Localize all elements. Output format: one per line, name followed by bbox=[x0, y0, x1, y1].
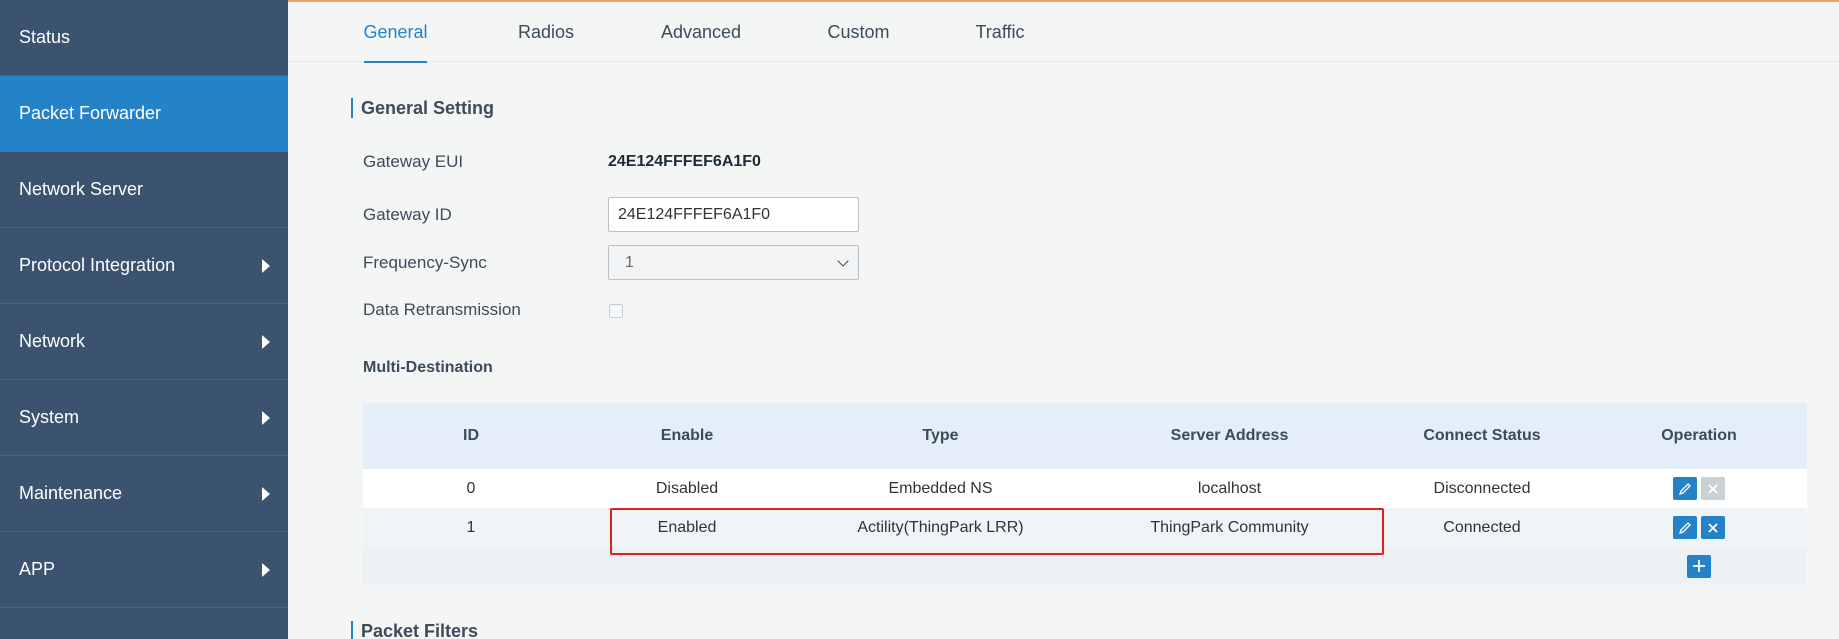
sidebar-item-label: System bbox=[19, 407, 80, 427]
sidebar-item-protocol-integration[interactable]: Protocol Integration bbox=[0, 228, 288, 304]
table-footer-row bbox=[363, 547, 1807, 585]
delete-button[interactable] bbox=[1701, 516, 1725, 539]
data-retransmission-checkbox[interactable] bbox=[609, 304, 623, 318]
tab-label: Advanced bbox=[660, 21, 742, 42]
frequency-sync-label: Frequency-Sync bbox=[363, 253, 487, 272]
caret-right-icon bbox=[262, 258, 270, 273]
caret-right-icon bbox=[262, 410, 270, 425]
gateway-id-label: Gateway ID bbox=[363, 205, 452, 224]
edit-button[interactable] bbox=[1673, 516, 1697, 539]
cell-operation bbox=[1591, 516, 1807, 539]
tab-advanced[interactable]: Advanced bbox=[659, 2, 743, 62]
section-title-packet-filters: Packet Filters bbox=[351, 621, 478, 639]
gateway-eui-label: Gateway EUI bbox=[363, 152, 464, 171]
tab-general[interactable]: General bbox=[363, 2, 428, 63]
sidebar-item-label: Maintenance bbox=[19, 483, 123, 503]
cell-server-address: ThingPark Community bbox=[1150, 518, 1309, 536]
section-title-general-setting: General Setting bbox=[351, 98, 494, 118]
multi-destination-title: Multi-Destination bbox=[363, 359, 493, 376]
tab-label: Custom bbox=[827, 21, 890, 42]
column-header-enable: Enable bbox=[660, 427, 714, 444]
sidebar-item-label: Network bbox=[19, 331, 86, 351]
pencil-icon bbox=[1678, 482, 1691, 495]
cell-type: Embedded NS bbox=[888, 479, 993, 497]
table-header: ID Enable Type Server Address Connect St… bbox=[363, 403, 1807, 469]
cell-add bbox=[1591, 554, 1807, 578]
tab-bar: General Radios Advanced Custom Traffic bbox=[288, 2, 1839, 63]
edit-button[interactable] bbox=[1673, 477, 1697, 500]
gateway-id-input[interactable] bbox=[608, 197, 859, 232]
cell-id: 1 bbox=[466, 518, 476, 536]
sidebar-item-app[interactable]: APP bbox=[0, 532, 288, 608]
add-destination-button[interactable] bbox=[1687, 554, 1711, 578]
table-row: 1 Enabled Actility(ThingPark LRR) ThingP… bbox=[363, 508, 1807, 547]
sidebar-item-network[interactable]: Network bbox=[0, 304, 288, 380]
tab-label: Traffic bbox=[975, 21, 1025, 42]
delete-button-disabled bbox=[1701, 477, 1725, 500]
column-header-operation: Operation bbox=[1661, 427, 1737, 444]
cell-operation bbox=[1591, 477, 1807, 500]
plus-icon bbox=[1693, 560, 1705, 572]
close-icon bbox=[1708, 483, 1718, 494]
pencil-icon bbox=[1678, 521, 1691, 534]
tab-custom[interactable]: Custom bbox=[825, 2, 892, 62]
sidebar-item-label: Packet Forwarder bbox=[19, 103, 162, 123]
sidebar: Status Packet Forwarder Network Server P… bbox=[0, 0, 288, 639]
multi-destination-table: ID Enable Type Server Address Connect St… bbox=[363, 403, 1807, 585]
caret-right-icon bbox=[262, 486, 270, 501]
tab-traffic[interactable]: Traffic bbox=[973, 2, 1027, 62]
tab-radios[interactable]: Radios bbox=[515, 2, 577, 62]
tab-label: Radios bbox=[517, 21, 575, 42]
sidebar-item-network-server[interactable]: Network Server bbox=[0, 152, 288, 228]
cell-connect-status: Disconnected bbox=[1433, 479, 1531, 497]
caret-right-icon bbox=[262, 562, 270, 577]
sidebar-item-status[interactable]: Status bbox=[0, 0, 288, 76]
chevron-down-icon bbox=[837, 255, 849, 267]
tab-label: General bbox=[363, 21, 428, 42]
column-header-type: Type bbox=[922, 427, 959, 444]
column-header-id: ID bbox=[463, 427, 479, 444]
frequency-sync-select[interactable]: 1 bbox=[608, 245, 859, 280]
frequency-sync-value: 1 bbox=[625, 253, 634, 271]
cell-id: 0 bbox=[466, 479, 476, 497]
cell-enable: Disabled bbox=[655, 479, 719, 497]
sidebar-item-label: Status bbox=[19, 27, 71, 47]
data-retransmission-label: Data Retransmission bbox=[363, 300, 521, 319]
cell-type: Actility(ThingPark LRR) bbox=[857, 518, 1024, 536]
sidebar-item-label: Protocol Integration bbox=[19, 255, 176, 275]
sidebar-item-system[interactable]: System bbox=[0, 380, 288, 456]
sidebar-item-packet-forwarder[interactable]: Packet Forwarder bbox=[0, 76, 288, 152]
close-icon bbox=[1708, 522, 1718, 533]
cell-server-address: localhost bbox=[1197, 479, 1262, 497]
column-header-server-address: Server Address bbox=[1170, 427, 1289, 444]
sidebar-item-label: APP bbox=[19, 559, 56, 579]
gateway-eui-value: 24E124FFFEF6A1F0 bbox=[608, 153, 761, 170]
column-header-connect-status: Connect Status bbox=[1423, 427, 1541, 444]
table-row: 0 Disabled Embedded NS localhost Disconn… bbox=[363, 469, 1807, 508]
cell-enable: Enabled bbox=[657, 518, 717, 536]
cell-connect-status: Connected bbox=[1443, 518, 1521, 536]
sidebar-item-label: Network Server bbox=[19, 179, 144, 199]
sidebar-item-maintenance[interactable]: Maintenance bbox=[0, 456, 288, 532]
caret-right-icon bbox=[262, 334, 270, 349]
